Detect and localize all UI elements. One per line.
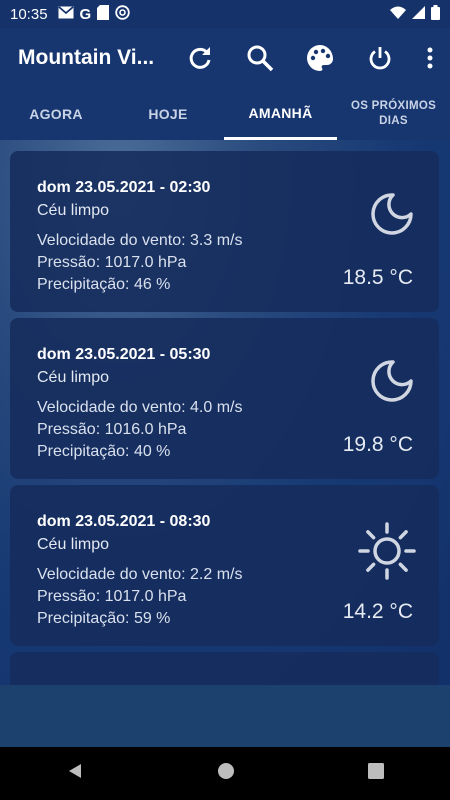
at-sign-icon [115, 4, 130, 24]
forecast-list[interactable]: dom 23.05.2021 - 02:30 Céu limpo Velocid… [0, 140, 450, 685]
forecast-card[interactable] [10, 652, 439, 685]
signal-icon [412, 5, 425, 23]
refresh-icon[interactable] [170, 34, 230, 82]
sun-icon [357, 521, 417, 581]
more-vert-icon[interactable] [410, 34, 450, 82]
bottom-strip [0, 685, 450, 747]
tab-bar: AGORA HOJE AMANHÃ OS PRÓXIMOS DIAS [0, 88, 450, 140]
gmail-icon [57, 5, 74, 23]
forecast-card[interactable]: dom 23.05.2021 - 05:30 Céu limpo Velocid… [10, 318, 439, 479]
forecast-temperature: 14.2 °C [342, 600, 413, 623]
wifi-icon [390, 6, 406, 23]
forecast-card[interactable]: dom 23.05.2021 - 08:30 Céu limpo Velocid… [10, 485, 439, 646]
google-icon: G [79, 5, 92, 23]
home-icon[interactable] [217, 762, 235, 785]
tab-hoje[interactable]: HOJE [112, 88, 224, 140]
battery-icon [431, 4, 440, 24]
search-icon[interactable] [230, 34, 290, 82]
app-bar: Mountain Vi... [0, 28, 450, 88]
system-nav-bar [0, 747, 450, 800]
sd-card-icon [97, 4, 110, 24]
moon-icon [369, 191, 415, 237]
status-bar: 10:35 G [0, 0, 450, 28]
back-icon[interactable] [66, 762, 84, 785]
app-title: Mountain Vi... [18, 46, 155, 69]
forecast-temperature: 19.8 °C [342, 433, 413, 456]
status-time: 10:35 [10, 5, 48, 23]
forecast-card[interactable]: dom 23.05.2021 - 02:30 Céu limpo Velocid… [10, 151, 439, 312]
power-icon[interactable] [350, 34, 410, 82]
palette-icon[interactable] [290, 34, 350, 82]
moon-icon [369, 358, 415, 404]
recents-icon[interactable] [367, 763, 384, 784]
forecast-temperature: 18.5 °C [342, 266, 413, 289]
tab-agora[interactable]: AGORA [0, 88, 112, 140]
tab-amanha[interactable]: AMANHÃ [224, 88, 337, 140]
tab-proximos-dias[interactable]: OS PRÓXIMOS DIAS [337, 88, 450, 140]
